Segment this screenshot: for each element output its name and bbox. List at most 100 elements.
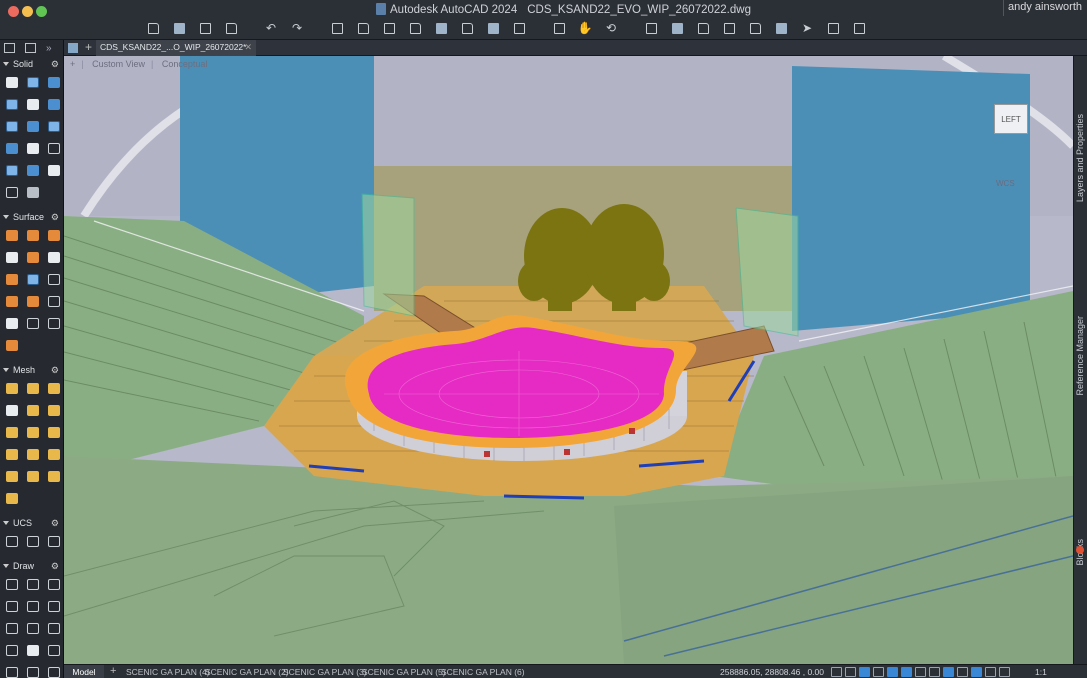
spiral-tool[interactable] — [23, 595, 43, 617]
wcs-menu[interactable]: WCS — [996, 179, 1015, 188]
add-layout-button[interactable]: + — [110, 665, 116, 677]
split-face-tool[interactable] — [44, 443, 63, 465]
trim-surface-tool[interactable] — [23, 246, 43, 268]
planar-surface-tool[interactable] — [2, 224, 22, 246]
presspull-tool[interactable] — [23, 115, 43, 137]
layers-properties-tab[interactable]: Layers and Properties — [1075, 114, 1085, 202]
mesh-torus-tool[interactable] — [44, 399, 63, 421]
layer-icon[interactable] — [664, 19, 690, 37]
start-tab-icon[interactable] — [68, 43, 78, 53]
surface-extra-tool-2[interactable] — [23, 312, 43, 334]
loft-surface-tool[interactable] — [44, 224, 63, 246]
print-icon[interactable] — [324, 19, 350, 37]
new-tab-button[interactable]: + — [85, 40, 92, 54]
torus-tool[interactable] — [44, 93, 63, 115]
offset-surface-tool[interactable] — [2, 268, 22, 290]
redo-icon[interactable]: ↷ — [284, 19, 310, 37]
layout-tab[interactable]: SCENIC GA PLAN (2) — [205, 667, 289, 677]
transparency-icon[interactable] — [929, 667, 940, 677]
mesh-box-tool[interactable] — [2, 377, 22, 399]
close-icon[interactable]: ✕ — [244, 42, 252, 53]
loft-tool[interactable] — [23, 137, 43, 159]
open-icon[interactable] — [166, 19, 192, 37]
ucs-world-tool[interactable] — [23, 530, 43, 552]
mesh-extra-tool-3[interactable] — [44, 465, 63, 487]
layout-tab[interactable]: SCENIC GA PLAN (6) — [441, 667, 525, 677]
import-icon[interactable] — [428, 19, 454, 37]
untrim-surface-tool[interactable] — [44, 246, 63, 268]
extend-surface-tool[interactable] — [2, 246, 22, 268]
gear-icon[interactable]: ⚙ — [51, 518, 59, 529]
box-tool[interactable] — [2, 71, 22, 93]
xref-icon[interactable] — [480, 19, 506, 37]
hatch-tool[interactable] — [44, 617, 63, 639]
circle-tool[interactable] — [23, 573, 43, 595]
spline-tool[interactable] — [44, 595, 63, 617]
document-tab[interactable]: CDS_KSAND22_...O_WIP_26072022* ✕ — [96, 40, 256, 56]
layout-tab[interactable]: SCENIC GA PLAN (3) — [283, 667, 367, 677]
mesh-sphere-tool[interactable] — [2, 399, 22, 421]
close-window-button[interactable] — [8, 6, 19, 17]
snap-icon[interactable] — [845, 667, 856, 677]
share-icon[interactable]: ➤ — [794, 19, 820, 37]
user-account-menu[interactable]: andy ainsworth — [1003, 0, 1087, 16]
drawing-viewport[interactable]: + | Custom View | Conceptual LEFT WCS — [64, 56, 1073, 664]
reference-manager-tab[interactable]: Reference Manager — [1075, 316, 1085, 396]
properties-icon[interactable] — [638, 19, 664, 37]
sphere-tool[interactable] — [2, 93, 22, 115]
extrude-tool[interactable] — [2, 115, 22, 137]
dynamic-ucs-icon[interactable] — [971, 667, 982, 677]
batch-plot-icon[interactable] — [402, 19, 428, 37]
blend-surface-tool[interactable] — [23, 268, 43, 290]
zoom-window-button[interactable] — [36, 6, 47, 17]
selection-cycling-icon[interactable] — [943, 667, 954, 677]
lineweight-icon[interactable] — [915, 667, 926, 677]
tool-palette-icon[interactable] — [742, 19, 768, 37]
design-center-icon[interactable] — [716, 19, 742, 37]
section-header-surface[interactable]: Surface ⚙ — [0, 209, 63, 224]
network-surface-tool[interactable] — [23, 224, 43, 246]
osnap-icon[interactable] — [887, 667, 898, 677]
polar-icon[interactable] — [873, 667, 884, 677]
subtract-tool[interactable] — [2, 159, 22, 181]
object-tracking-icon[interactable] — [901, 667, 912, 677]
attach-icon[interactable] — [506, 19, 532, 37]
palette-collapse-icon[interactable]: » — [46, 43, 52, 54]
point-tool[interactable] — [2, 661, 22, 678]
save-icon[interactable] — [192, 19, 218, 37]
patch-surface-tool[interactable] — [44, 268, 63, 290]
section-tool[interactable] — [2, 181, 22, 203]
match-icon[interactable] — [690, 19, 716, 37]
revcloud-tool[interactable] — [44, 661, 63, 678]
coordinate-readout[interactable]: 258886.05, 28808.46 , 0.00 — [720, 667, 824, 677]
ortho-icon[interactable] — [859, 667, 870, 677]
crease-tool[interactable] — [2, 443, 22, 465]
annotation-visibility-icon[interactable] — [999, 667, 1010, 677]
cylinder-tool[interactable] — [23, 71, 43, 93]
wedge-tool[interactable] — [23, 93, 43, 115]
rectangle-tool[interactable] — [44, 573, 63, 595]
notifications-icon[interactable] — [846, 19, 872, 37]
smooth-less-tool[interactable] — [23, 421, 43, 443]
surface-extra-tool[interactable] — [2, 312, 22, 334]
uncrease-tool[interactable] — [23, 443, 43, 465]
mesh-extra-tool[interactable] — [2, 465, 22, 487]
minimize-window-button[interactable] — [22, 6, 33, 17]
view-name[interactable]: Custom View — [92, 59, 145, 69]
layout-tab[interactable]: SCENIC GA PLAN (5) — [362, 667, 446, 677]
gear-icon[interactable]: ⚙ — [51, 212, 59, 223]
autodesk-docs-icon[interactable] — [820, 19, 846, 37]
surface-extra-tool-4[interactable] — [2, 334, 22, 356]
smooth-more-tool[interactable] — [2, 421, 22, 443]
chamfer-edge-tool[interactable] — [23, 181, 43, 203]
undo-icon[interactable]: ↶ — [258, 19, 284, 37]
viewcube-face[interactable]: LEFT — [994, 104, 1028, 134]
annotation-scale[interactable]: 1:1 — [1035, 667, 1047, 677]
sweep-tool[interactable] — [2, 137, 22, 159]
revolve-tool[interactable] — [44, 115, 63, 137]
palette-view-icon[interactable] — [4, 43, 15, 53]
sculpt-tool[interactable] — [23, 290, 43, 312]
save-as-icon[interactable] — [218, 19, 244, 37]
region-tool[interactable] — [2, 639, 22, 661]
gear-icon[interactable]: ⚙ — [51, 59, 59, 70]
